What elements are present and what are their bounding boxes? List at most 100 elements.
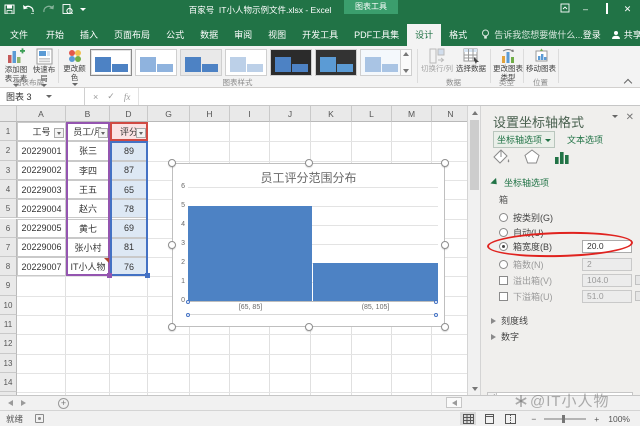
axis-options-icon[interactable] <box>554 149 570 166</box>
chart-selection-handle[interactable] <box>441 241 449 249</box>
macro-record-icon[interactable] <box>35 414 44 423</box>
column-header-N[interactable]: N <box>432 106 467 122</box>
radio-箱数(N)[interactable] <box>499 260 508 269</box>
column-header-D[interactable]: D <box>110 106 148 122</box>
zoom-slider[interactable] <box>544 418 586 420</box>
ribbon-tab-格式[interactable]: 格式 <box>441 24 475 46</box>
row-header-9[interactable]: 9 <box>0 276 17 295</box>
row-header-12[interactable]: 12 <box>0 334 17 353</box>
chart-selection-handle[interactable] <box>305 323 313 331</box>
column-header-I[interactable]: I <box>230 106 270 122</box>
pane-option-5[interactable]: 溢出箱(V) <box>499 273 552 287</box>
normal-view-icon[interactable] <box>460 412 476 425</box>
cell-score[interactable]: 81 <box>110 238 148 257</box>
filter-dropdown-icon[interactable] <box>136 128 146 138</box>
column-header-A[interactable]: A <box>17 106 66 122</box>
chart-selection-handle[interactable] <box>441 323 449 331</box>
redo-icon[interactable] <box>42 4 55 15</box>
ribbon-tab-视图[interactable]: 视图 <box>260 24 294 46</box>
row-header-14[interactable]: 14 <box>0 373 17 392</box>
column-header-L[interactable]: L <box>352 106 392 122</box>
cell-employee-name[interactable]: 李四 <box>66 161 110 180</box>
cell-score[interactable]: 87 <box>110 161 148 180</box>
chart-selection-handle[interactable] <box>305 159 313 167</box>
cell-employee-name[interactable]: 黄七 <box>66 219 110 238</box>
customize-qat-icon[interactable] <box>80 8 86 11</box>
histogram-bar[interactable] <box>188 206 312 301</box>
radio-箱宽度(B)[interactable] <box>499 242 508 251</box>
header-cell-id[interactable]: 工号 <box>17 122 66 141</box>
filter-dropdown-icon[interactable] <box>98 128 108 138</box>
column-header-K[interactable]: K <box>311 106 352 122</box>
pane-option-6[interactable]: 下溢箱(U) <box>499 289 553 303</box>
cell-employee-id[interactable]: 20229006 <box>17 238 66 257</box>
scroll-down-icon[interactable] <box>469 383 480 394</box>
undo-icon[interactable] <box>22 4 35 15</box>
cell-employee-name[interactable]: 张三 <box>66 141 110 160</box>
chart-title[interactable]: 员工评分范围分布 <box>173 169 444 186</box>
section-tick-marks[interactable]: 刻度线 <box>491 314 528 327</box>
zoom-out-icon[interactable]: − <box>531 414 536 424</box>
row-header-3[interactable]: 3 <box>0 161 17 180</box>
chart-style-5[interactable] <box>270 49 312 76</box>
cell-employee-id[interactable]: 20229002 <box>17 161 66 180</box>
select-data-button[interactable]: 选择数据 <box>456 48 486 74</box>
checkbox-下溢箱(U)[interactable] <box>499 292 508 301</box>
chart-selection-handle[interactable] <box>168 241 176 249</box>
pane-tab-axis-options[interactable]: 坐标轴选项 <box>493 131 555 148</box>
chart-selection-handle[interactable] <box>168 159 176 167</box>
row-header-8[interactable]: 8 <box>0 257 17 276</box>
effects-icon[interactable] <box>524 149 540 166</box>
print-preview-icon[interactable] <box>62 4 73 15</box>
cancel-formula-icon[interactable]: × <box>93 92 98 102</box>
cell-employee-id[interactable]: 20229003 <box>17 180 66 199</box>
ribbon-tab-设计[interactable]: 设计 <box>407 24 441 46</box>
ribbon-tab-file[interactable]: 文件 <box>0 24 38 46</box>
gallery-scroll-down-icon[interactable] <box>403 69 409 73</box>
column-header-M[interactable]: M <box>392 106 432 122</box>
horizontal-scrollbar[interactable] <box>446 397 462 408</box>
enter-formula-icon[interactable]: ✓ <box>107 91 115 102</box>
histogram-bar[interactable] <box>313 263 438 301</box>
checkbox-溢出箱(V)[interactable] <box>499 276 508 285</box>
name-box[interactable]: 图表 3 <box>0 88 85 105</box>
column-header-B[interactable]: B <box>66 106 110 122</box>
ribbon-tab-公式[interactable]: 公式 <box>158 24 192 46</box>
cell-employee-name[interactable]: 张小村 <box>66 238 110 257</box>
cell-score[interactable]: 76 <box>110 257 148 276</box>
fill-line-icon[interactable] <box>493 149 510 166</box>
sheet-nav-right-icon[interactable] <box>21 400 26 406</box>
chart-category-axis[interactable]: [65, 85](85, 105] <box>188 301 438 315</box>
page-layout-view-icon[interactable] <box>481 412 497 425</box>
pane-option-1[interactable]: 按类别(G) <box>499 210 553 224</box>
tell-me-search[interactable]: 告诉我您想要做什么... <box>481 28 583 46</box>
ribbon-tab-PDF工具集[interactable]: PDF工具集 <box>346 24 407 46</box>
share-button[interactable]: 共享 <box>611 28 640 41</box>
zoom-level[interactable]: 100% <box>608 414 630 424</box>
cell-employee-id[interactable]: 20229004 <box>17 199 66 218</box>
pane-option-3[interactable]: 箱宽度(B) <box>499 239 552 253</box>
column-header-G[interactable]: G <box>148 106 190 122</box>
row-header-7[interactable]: 7 <box>0 238 17 257</box>
column-header-J[interactable]: J <box>270 106 311 122</box>
cell-employee-name[interactable]: IT小人物 <box>66 257 110 276</box>
header-cell-score[interactable]: 评分 <box>110 122 148 141</box>
reset-bin-icon[interactable] <box>635 275 640 285</box>
chart-selection-handle[interactable] <box>168 323 176 331</box>
formula-input[interactable] <box>139 88 640 105</box>
new-sheet-icon[interactable]: + <box>58 398 69 409</box>
save-icon[interactable] <box>4 4 15 15</box>
chart-selection-handle[interactable] <box>441 159 449 167</box>
ribbon-tab-插入[interactable]: 插入 <box>72 24 106 46</box>
zoom-slider-thumb[interactable] <box>562 415 565 423</box>
chart-style-6[interactable] <box>315 49 357 76</box>
cell-score[interactable]: 65 <box>110 180 148 199</box>
select-all-corner[interactable] <box>0 106 17 122</box>
section-number[interactable]: 数字 <box>491 330 519 343</box>
row-header-13[interactable]: 13 <box>0 354 17 373</box>
row-header-5[interactable]: 5 <box>0 199 17 218</box>
header-cell-name[interactable]: 员工/月 <box>66 122 110 141</box>
radio-按类别(G)[interactable] <box>499 213 508 222</box>
ribbon-tab-开发工具[interactable]: 开发工具 <box>294 24 346 46</box>
scroll-up-icon[interactable] <box>469 107 480 118</box>
